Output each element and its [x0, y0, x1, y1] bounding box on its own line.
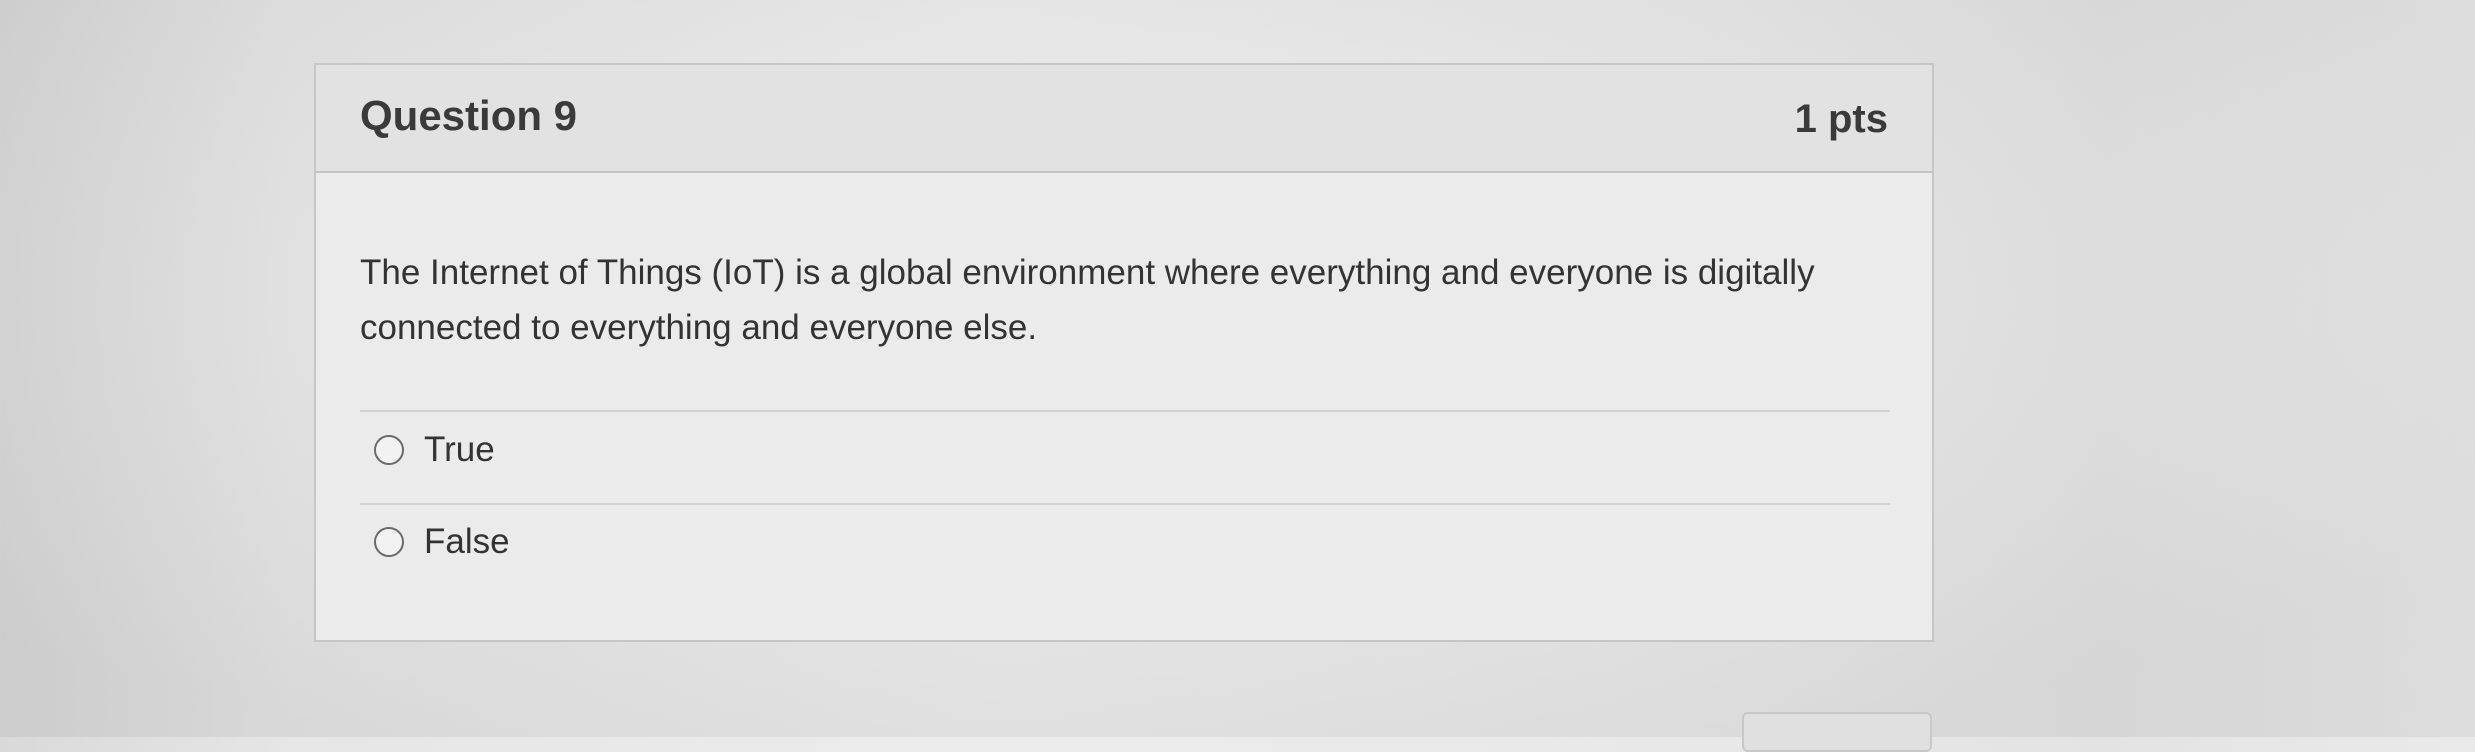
partial-button[interactable] [1742, 712, 1932, 752]
answer-label: True [424, 430, 495, 469]
answer-option-false[interactable]: False [374, 521, 510, 563]
question-header: Question 9 1 pts [316, 65, 1932, 173]
answer-divider [360, 410, 1890, 412]
question-card: Question 9 1 pts The Internet of Things … [314, 63, 1934, 642]
radio-circle-icon[interactable] [374, 527, 404, 557]
question-points: 1 pts [1794, 97, 1888, 141]
answer-label: False [424, 522, 510, 561]
question-title: Question 9 [360, 92, 578, 139]
answer-option-true[interactable]: True [374, 429, 495, 471]
answer-divider [360, 503, 1890, 505]
radio-circle-icon[interactable] [374, 435, 404, 465]
question-text: The Internet of Things (IoT) is a global… [360, 253, 1815, 347]
